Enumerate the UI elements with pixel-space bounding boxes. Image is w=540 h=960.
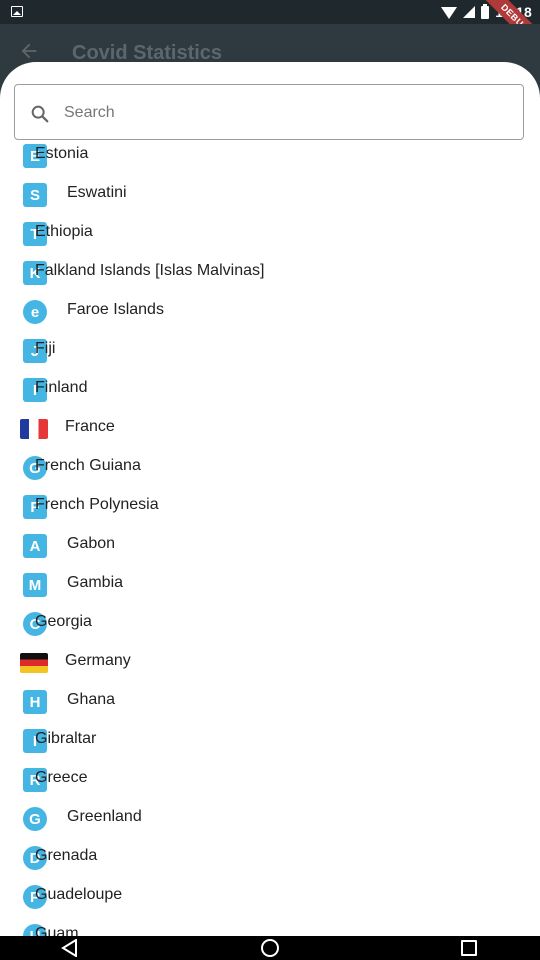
france-flag-icon [20,419,48,439]
flag-placeholder-icon: S [23,183,47,207]
country-name: Grenada [35,847,98,864]
country-name: Faroe Islands [67,301,164,318]
flag-placeholder-icon: G [23,807,47,831]
image-notification-icon [11,6,23,17]
country-list-item[interactable]: P Guadeloupe [0,877,540,916]
country-list-item[interactable]: U Guam [0,916,540,936]
search-field[interactable] [14,84,524,141]
country-list-item[interactable]: I Finland [0,370,540,409]
country-name: Eswatini [67,184,127,201]
country-list-item[interactable]: Germany [0,643,540,682]
country-name: Guadeloupe [35,886,123,903]
wifi-icon [441,7,458,19]
country-name: Guam [35,925,79,936]
country-list-item[interactable]: C Georgia [0,604,540,643]
country-name: French Polynesia [35,496,159,513]
country-name: Falkland Islands [Islas Malvinas] [35,262,265,279]
signal-icon [463,6,476,18]
status-bar: 10:18 DEBUG [0,0,540,63]
search-input[interactable] [62,85,506,141]
nav-back-icon[interactable] [61,939,79,957]
country-list-item[interactable]: F French Polynesia [0,487,540,526]
country-name: Estonia [35,145,89,162]
country-name: Finland [35,379,88,396]
country-name: Fiji [35,340,56,357]
country-list-item[interactable]: R Greece [0,760,540,799]
country-name: Gabon [67,535,116,552]
country-list-item[interactable]: H Ghana [0,682,540,721]
country-list-item[interactable]: I Gibraltar [0,721,540,760]
country-list-item[interactable]: e Faroe Islands [0,292,540,331]
country-name: Ghana [67,691,116,708]
country-list-item[interactable]: J Fiji [0,331,540,370]
country-name: Greenland [67,808,142,825]
country-list-item[interactable]: G Greenland [0,799,540,838]
country-list-item[interactable]: D Grenada [0,838,540,877]
country-list-item[interactable]: K Falkland Islands [Islas Malvinas] [0,253,540,292]
battery-icon [481,3,490,19]
nav-home-icon[interactable] [261,939,279,957]
country-name: Georgia [35,613,92,630]
search-icon [31,105,49,123]
system-nav-bar [0,936,540,960]
country-name: Greece [35,769,88,786]
country-picker-sheet: EEstonia S Eswatini TEthiopiaKFalkland Isla… [0,62,540,936]
flag-placeholder-icon: M [23,573,47,597]
country-list-item[interactable]: G French Guiana [0,448,540,487]
country-name: France [65,418,115,435]
country-name: Gibraltar [35,730,97,747]
country-name: Ethiopia [35,223,93,240]
flag-placeholder-icon: e [23,300,47,324]
flag-placeholder-icon: A [23,534,47,558]
country-list-item[interactable]: T Ethiopia [0,214,540,253]
country-list-item[interactable]: France [0,409,540,448]
germany-flag-icon [20,653,48,673]
country-name: Germany [65,652,131,669]
nav-recents-icon[interactable] [461,940,477,956]
country-list-item[interactable]: M Gambia [0,565,540,604]
country-list-item[interactable]: S Eswatini [0,175,540,214]
country-list-item[interactable]: A Gabon [0,526,540,565]
country-name: Gambia [67,574,124,591]
arrow-left-icon[interactable] [18,40,40,62]
country-list-item[interactable]: E Estonia [0,136,540,175]
country-name: French Guiana [35,457,141,474]
flag-placeholder-icon: H [23,690,47,714]
